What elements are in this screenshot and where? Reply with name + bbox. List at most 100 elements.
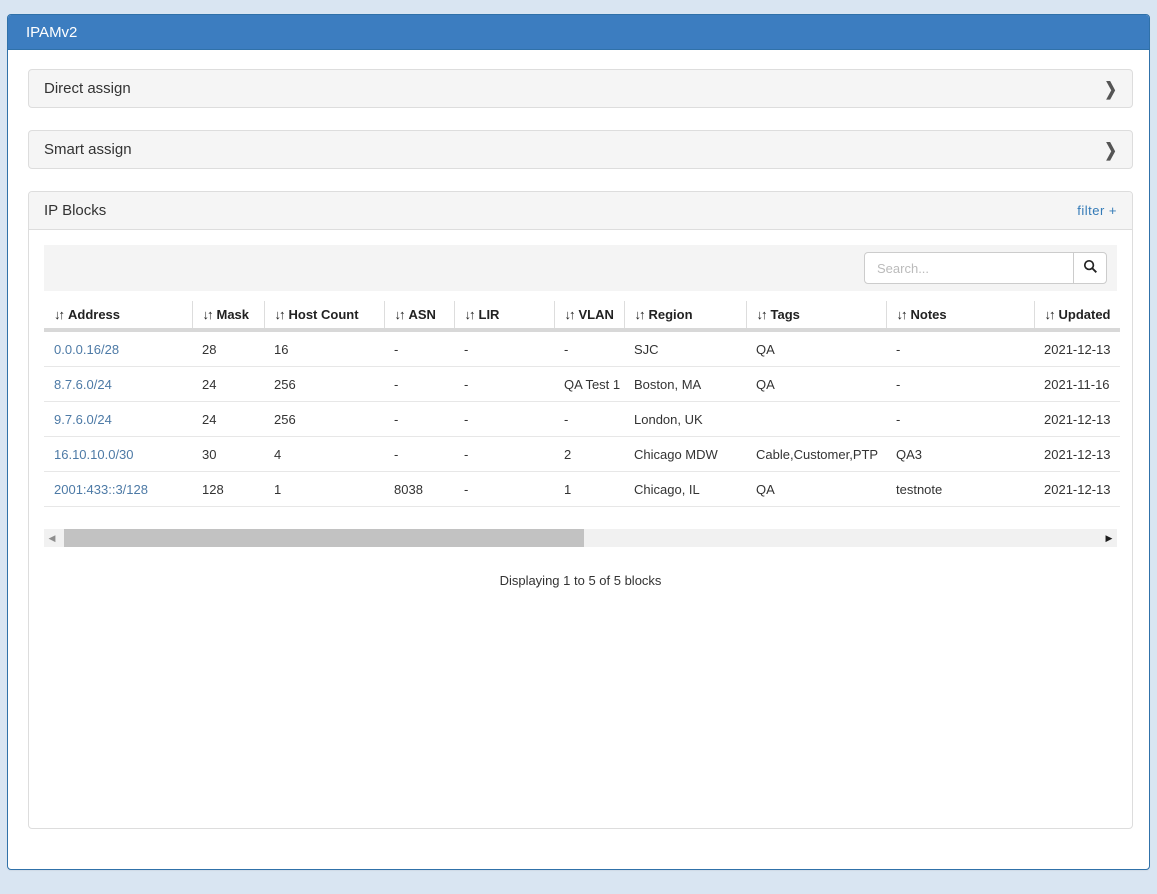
cell-notes: testnote (886, 472, 1034, 507)
column-label: Tags (771, 307, 800, 322)
cell-notes: - (886, 330, 1034, 367)
column-label: Notes (911, 307, 947, 322)
column-label: LIR (479, 307, 500, 322)
cell-vlan: - (554, 330, 624, 367)
column-header-host-count[interactable]: ↓↑ Host Count (264, 301, 384, 330)
cell-tags: QA (746, 330, 886, 367)
sort-icon: ↓↑ (275, 307, 284, 322)
cell-lir: - (454, 437, 554, 472)
filter-toggle-link[interactable]: filter + (1077, 203, 1117, 218)
cell-asn: - (384, 402, 454, 437)
column-header-notes[interactable]: ↓↑ Notes (886, 301, 1034, 330)
sort-icon: ↓↑ (1045, 307, 1054, 322)
horizontal-scrollbar[interactable]: ◀ ▶ (44, 529, 1117, 547)
scroll-right-arrow-icon[interactable]: ▶ (1101, 529, 1117, 547)
column-header-tags[interactable]: ↓↑ Tags (746, 301, 886, 330)
cell-asn: - (384, 367, 454, 402)
address-link[interactable]: 16.10.10.0/30 (54, 447, 134, 462)
direct-assign-label: Direct assign (44, 80, 131, 97)
cell-host-count: 256 (264, 402, 384, 437)
cell-tags: QA (746, 367, 886, 402)
chevron-right-icon: ❯ (1104, 139, 1117, 161)
table-row: 8.7.6.0/2424256--QA Test 1Boston, MAQA-2… (44, 367, 1120, 402)
table-header-row: ↓↑Address↓↑Mask↓↑Host Count↓↑ASN↓↑LIR↓↑V… (44, 301, 1120, 330)
search-icon (1083, 259, 1098, 277)
column-header-asn[interactable]: ↓↑ ASN (384, 301, 454, 330)
smart-assign-panel[interactable]: Smart assign ❯ (28, 130, 1133, 169)
table-info-text: Displaying 1 to 5 of 5 blocks (44, 573, 1117, 588)
column-label: Updated (1059, 307, 1111, 322)
direct-assign-panel[interactable]: Direct assign ❯ (28, 69, 1133, 108)
cell-tags: QA (746, 472, 886, 507)
cell-lir: - (454, 472, 554, 507)
sort-icon: ↓↑ (897, 307, 906, 322)
smart-assign-label: Smart assign (44, 141, 132, 158)
address-link[interactable]: 2001:433::3/128 (54, 482, 148, 497)
column-header-address[interactable]: ↓↑ Address (44, 301, 192, 330)
cell-tags (746, 402, 886, 437)
cell-host-count: 1 (264, 472, 384, 507)
column-label: Address (68, 307, 120, 322)
column-header-mask[interactable]: ↓↑Mask (192, 301, 264, 330)
cell-region: Chicago MDW (624, 437, 746, 472)
cell-updated: 2021-12-13 (1034, 402, 1120, 437)
cell-lir: - (454, 367, 554, 402)
sort-icon: ↓↑ (203, 307, 212, 322)
sort-icon: ↓↑ (465, 307, 474, 322)
cell-updated: 2021-12-13 (1034, 437, 1120, 472)
cell-region: Boston, MA (624, 367, 746, 402)
search-toolbar (44, 245, 1117, 291)
cell-vlan: QA Test 1 (554, 367, 624, 402)
column-header-region[interactable]: ↓↑Region (624, 301, 746, 330)
column-header-vlan[interactable]: ↓↑ VLAN (554, 301, 624, 330)
cell-address: 2001:433::3/128 (44, 472, 192, 507)
cell-address: 0.0.0.16/28 (44, 330, 192, 367)
app-body: Direct assign ❯ Smart assign ❯ IP Blocks… (8, 50, 1149, 844)
cell-vlan: 1 (554, 472, 624, 507)
cell-address: 9.7.6.0/24 (44, 402, 192, 437)
sort-icon: ↓↑ (757, 307, 766, 322)
cell-updated: 2021-11-16 (1034, 367, 1120, 402)
cell-lir: - (454, 330, 554, 367)
cell-vlan: - (554, 402, 624, 437)
cell-notes: - (886, 402, 1034, 437)
cell-address: 16.10.10.0/30 (44, 437, 192, 472)
table-row: 0.0.0.16/282816---SJCQA-2021-12-13 (44, 330, 1120, 367)
ip-blocks-table: ↓↑Address↓↑Mask↓↑Host Count↓↑ASN↓↑LIR↓↑V… (44, 301, 1120, 507)
cell-address: 8.7.6.0/24 (44, 367, 192, 402)
cell-region: London, UK (624, 402, 746, 437)
cell-updated: 2021-12-13 (1034, 472, 1120, 507)
ip-blocks-body: ↓↑Address↓↑Mask↓↑Host Count↓↑ASN↓↑LIR↓↑V… (29, 230, 1132, 603)
address-link[interactable]: 9.7.6.0/24 (54, 412, 112, 427)
address-link[interactable]: 0.0.0.16/28 (54, 342, 119, 357)
cell-asn: - (384, 437, 454, 472)
app-title-bar: IPAMv2 (8, 15, 1149, 50)
cell-mask: 24 (192, 367, 264, 402)
cell-lir: - (454, 402, 554, 437)
scrollbar-thumb[interactable] (64, 529, 584, 547)
search-input[interactable] (864, 252, 1074, 284)
cell-mask: 30 (192, 437, 264, 472)
search-button[interactable] (1073, 252, 1107, 284)
column-label: Host Count (289, 307, 359, 322)
cell-host-count: 256 (264, 367, 384, 402)
table-row: 16.10.10.0/30304--2Chicago MDWCable,Cust… (44, 437, 1120, 472)
cell-mask: 28 (192, 330, 264, 367)
column-header-lir[interactable]: ↓↑ LIR (454, 301, 554, 330)
address-link[interactable]: 8.7.6.0/24 (54, 377, 112, 392)
cell-asn: 8038 (384, 472, 454, 507)
ip-blocks-panel: IP Blocks filter + (28, 191, 1133, 829)
table-row: 9.7.6.0/2424256---London, UK-2021-12-13 (44, 402, 1120, 437)
column-label: VLAN (579, 307, 614, 322)
cell-tags: Cable,Customer,PTP (746, 437, 886, 472)
sort-icon: ↓↑ (635, 307, 644, 322)
ipam-app-panel: IPAMv2 Direct assign ❯ Smart assign ❯ IP… (7, 14, 1150, 870)
sort-icon: ↓↑ (54, 307, 63, 322)
sort-icon: ↓↑ (565, 307, 574, 322)
column-label: ASN (409, 307, 436, 322)
scroll-left-arrow-icon[interactable]: ◀ (44, 529, 60, 547)
cell-vlan: 2 (554, 437, 624, 472)
sort-icon: ↓↑ (395, 307, 404, 322)
cell-host-count: 4 (264, 437, 384, 472)
column-header-updated[interactable]: ↓↑ Updated (1034, 301, 1120, 330)
